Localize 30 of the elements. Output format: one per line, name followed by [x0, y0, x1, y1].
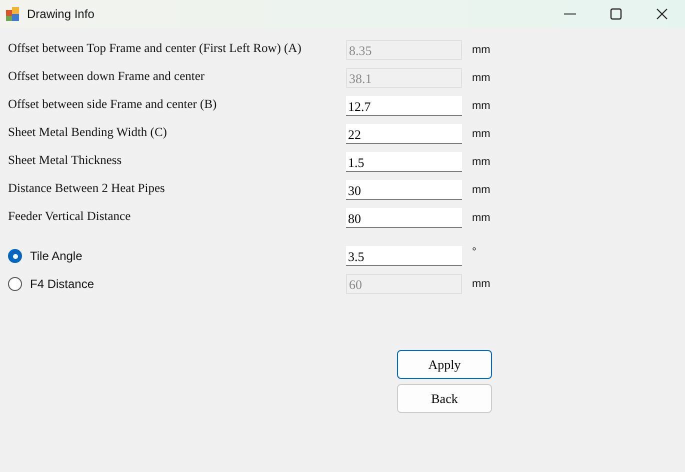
- unit-label: mm: [472, 212, 490, 224]
- unit-label: mm: [472, 184, 490, 196]
- radio-label[interactable]: Tile Angle: [30, 249, 82, 263]
- field-label: Sheet Metal Thickness: [8, 152, 123, 168]
- input-field[interactable]: 3.5: [346, 246, 462, 266]
- unit-label: mm: [472, 72, 490, 84]
- input-field[interactable]: 12.7: [346, 96, 462, 116]
- field-label: Feeder Vertical Distance: [8, 208, 132, 224]
- close-icon[interactable]: [656, 8, 668, 20]
- unit-label: mm: [472, 44, 490, 56]
- radio-button[interactable]: [8, 249, 22, 263]
- window-title: Drawing Info: [27, 7, 94, 21]
- field-label: Sheet Metal Bending Width (C): [8, 124, 168, 140]
- field-label: Offset between Top Frame and center (First Left Row) (A): [8, 40, 302, 56]
- input-field[interactable]: 30: [346, 180, 462, 200]
- field-label: Distance Between 2 Heat Pipes: [8, 180, 166, 196]
- maximize-icon[interactable]: [610, 8, 622, 20]
- field-label: Offset between side Frame and center (B): [8, 96, 218, 112]
- dialog-button[interactable]: Apply: [397, 350, 492, 379]
- unit-label: mm: [472, 128, 490, 140]
- unit-label: mm: [472, 156, 490, 168]
- input-field[interactable]: 1.5: [346, 152, 462, 172]
- app-icon: [5, 6, 21, 22]
- unit-label: mm: [472, 100, 490, 112]
- input-field[interactable]: 80: [346, 208, 462, 228]
- dialog-button[interactable]: Back: [397, 384, 492, 413]
- unit-label: °: [472, 246, 476, 258]
- input-field[interactable]: 22: [346, 124, 462, 144]
- field-label: Offset between down Frame and center: [8, 68, 206, 84]
- unit-label: mm: [472, 278, 490, 290]
